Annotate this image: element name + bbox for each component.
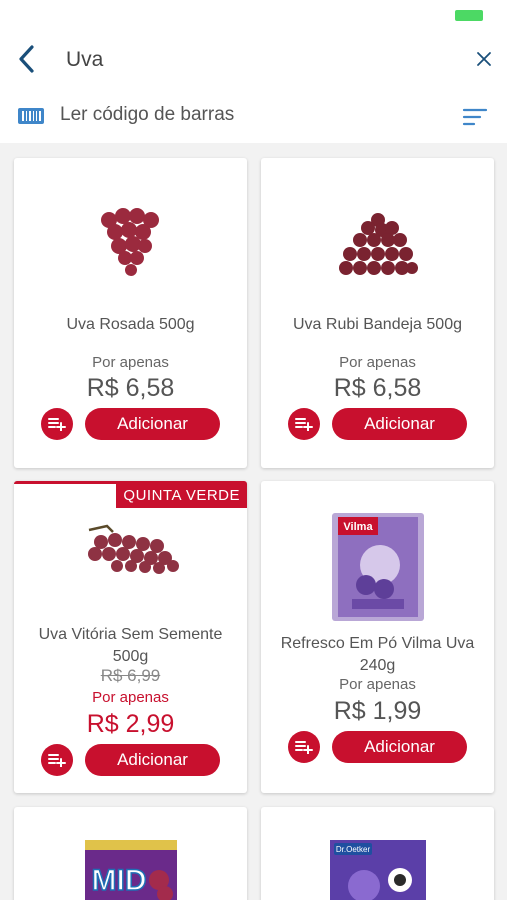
close-icon xyxy=(477,52,491,66)
add-button[interactable]: Adicionar xyxy=(332,731,467,763)
product-image: Dr.Oetker xyxy=(329,840,426,900)
product-price: R$ 1,99 xyxy=(333,697,422,725)
promo-badge: QUINTA VERDE xyxy=(116,484,247,508)
product-grid: Uva Rosada 500g Por apenas R$ 6,58 Adici… xyxy=(0,143,507,900)
status-bar xyxy=(0,0,507,30)
product-card[interactable]: QUINTA VERDE Uva Vitória Sem Semente 500… xyxy=(14,481,247,793)
package-brand: Vilma xyxy=(343,521,373,533)
add-button[interactable]: Adicionar xyxy=(85,744,220,776)
add-to-list-button[interactable] xyxy=(288,408,320,440)
product-card[interactable]: Uva Rubi Bandeja 500g Por apenas R$ 6,58… xyxy=(261,158,494,468)
package-brand: MID xyxy=(91,864,146,897)
product-name: Uva Rosada 500g xyxy=(66,316,195,333)
product-card[interactable]: Dr.Oetker xyxy=(261,807,494,900)
sort-button[interactable] xyxy=(461,104,489,130)
barcode-scan-row[interactable]: Ler código de barras xyxy=(0,98,507,134)
price-label: Por apenas xyxy=(92,689,169,706)
search-header: Uva Ler código de barras xyxy=(0,30,507,143)
playlist-add-icon xyxy=(295,418,313,431)
product-image xyxy=(338,213,418,275)
old-price: R$ 6,99 xyxy=(100,666,161,685)
search-input[interactable]: Uva xyxy=(66,48,103,72)
product-image: Vilma xyxy=(331,513,424,621)
add-to-list-button[interactable] xyxy=(288,731,320,763)
add-button[interactable]: Adicionar xyxy=(332,408,467,440)
playlist-add-icon xyxy=(48,754,66,767)
add-to-list-button[interactable] xyxy=(41,744,73,776)
battery-icon xyxy=(455,10,483,21)
add-button[interactable]: Adicionar xyxy=(85,408,220,440)
barcode-icon xyxy=(18,108,44,124)
sort-icon xyxy=(462,108,488,126)
product-name: Uva Vitória Sem Semente 500g xyxy=(38,626,223,665)
add-to-list-button[interactable] xyxy=(41,408,73,440)
product-name: Uva Rubi Bandeja 500g xyxy=(292,316,462,333)
product-card[interactable]: MID xyxy=(14,807,247,900)
playlist-add-icon xyxy=(48,418,66,431)
product-price: R$ 6,58 xyxy=(333,374,422,402)
product-card[interactable]: Vilma Refresco Em Pó Vilma Uva 240g Por … xyxy=(261,481,494,793)
clear-search-button[interactable] xyxy=(471,46,497,72)
price-label: Por apenas xyxy=(339,676,416,693)
barcode-label[interactable]: Ler código de barras xyxy=(60,104,234,126)
chevron-left-icon xyxy=(19,45,34,73)
back-button[interactable] xyxy=(10,42,42,76)
package-brand: Dr.Oetker xyxy=(335,845,370,854)
price-label: Por apenas xyxy=(339,354,416,371)
product-image xyxy=(100,208,159,276)
product-image xyxy=(87,524,179,574)
product-name: Refresco Em Pó Vilma Uva 240g xyxy=(280,635,475,674)
product-price: R$ 6,58 xyxy=(86,374,175,402)
price-label: Por apenas xyxy=(92,354,169,371)
product-image: MID xyxy=(84,840,177,900)
playlist-add-icon xyxy=(295,741,313,754)
product-price: R$ 2,99 xyxy=(86,710,175,738)
product-card[interactable]: Uva Rosada 500g Por apenas R$ 6,58 Adici… xyxy=(14,158,247,468)
